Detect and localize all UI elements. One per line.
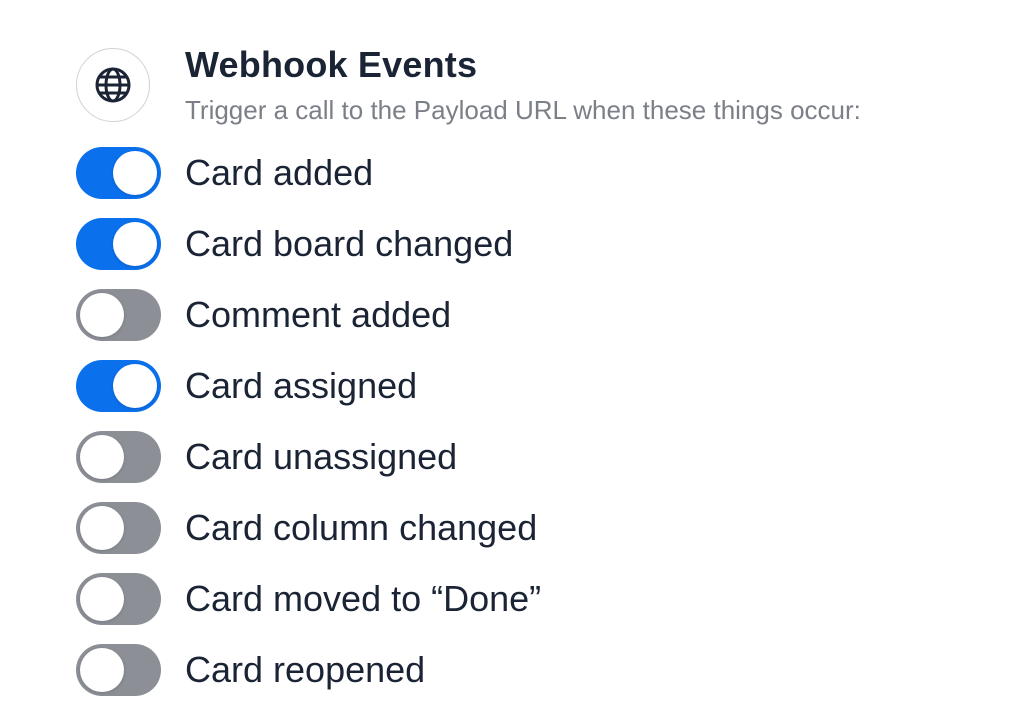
card-reopened-toggle[interactable] <box>76 644 161 696</box>
toggle-knob <box>80 648 124 692</box>
card-unassigned-toggle[interactable] <box>76 431 161 483</box>
comment-added-toggle[interactable] <box>76 289 161 341</box>
toggle-knob <box>80 435 124 479</box>
section-title: Webhook Events <box>185 44 478 85</box>
event-row-card-added: Card added <box>76 147 541 218</box>
event-row-card-reopened: Card reopened <box>76 644 541 715</box>
section-subtitle: Trigger a call to the Payload URL when t… <box>185 95 861 125</box>
card-assigned-toggle[interactable] <box>76 360 161 412</box>
webhook-event-list: Card added Card board changed Comment ad… <box>76 147 541 715</box>
comment-added-label: Comment added <box>185 294 452 335</box>
event-row-card-column-changed: Card column changed <box>76 502 541 573</box>
toggle-knob <box>80 577 124 621</box>
event-row-card-assigned: Card assigned <box>76 360 541 431</box>
card-column-changed-toggle[interactable] <box>76 502 161 554</box>
toggle-knob <box>113 151 157 195</box>
event-row-card-board-changed: Card board changed <box>76 218 541 289</box>
event-row-card-moved-to-done: Card moved to “Done” <box>76 573 541 644</box>
toggle-knob <box>113 222 157 266</box>
card-assigned-label: Card assigned <box>185 365 418 406</box>
toggle-knob <box>80 506 124 550</box>
card-added-label: Card added <box>185 152 374 193</box>
card-reopened-label: Card reopened <box>185 649 426 690</box>
card-board-changed-toggle[interactable] <box>76 218 161 270</box>
card-moved-to-done-toggle[interactable] <box>76 573 161 625</box>
globe-icon-graphic <box>95 67 131 103</box>
card-column-changed-label: Card column changed <box>185 507 538 548</box>
toggle-knob <box>113 364 157 408</box>
card-moved-to-done-label: Card moved to “Done” <box>185 578 542 619</box>
toggle-knob <box>80 293 124 337</box>
event-row-comment-added: Comment added <box>76 289 541 360</box>
globe-icon <box>76 48 150 122</box>
card-unassigned-label: Card unassigned <box>185 436 458 477</box>
card-added-toggle[interactable] <box>76 147 161 199</box>
event-row-card-unassigned: Card unassigned <box>76 431 541 502</box>
card-board-changed-label: Card board changed <box>185 223 514 264</box>
